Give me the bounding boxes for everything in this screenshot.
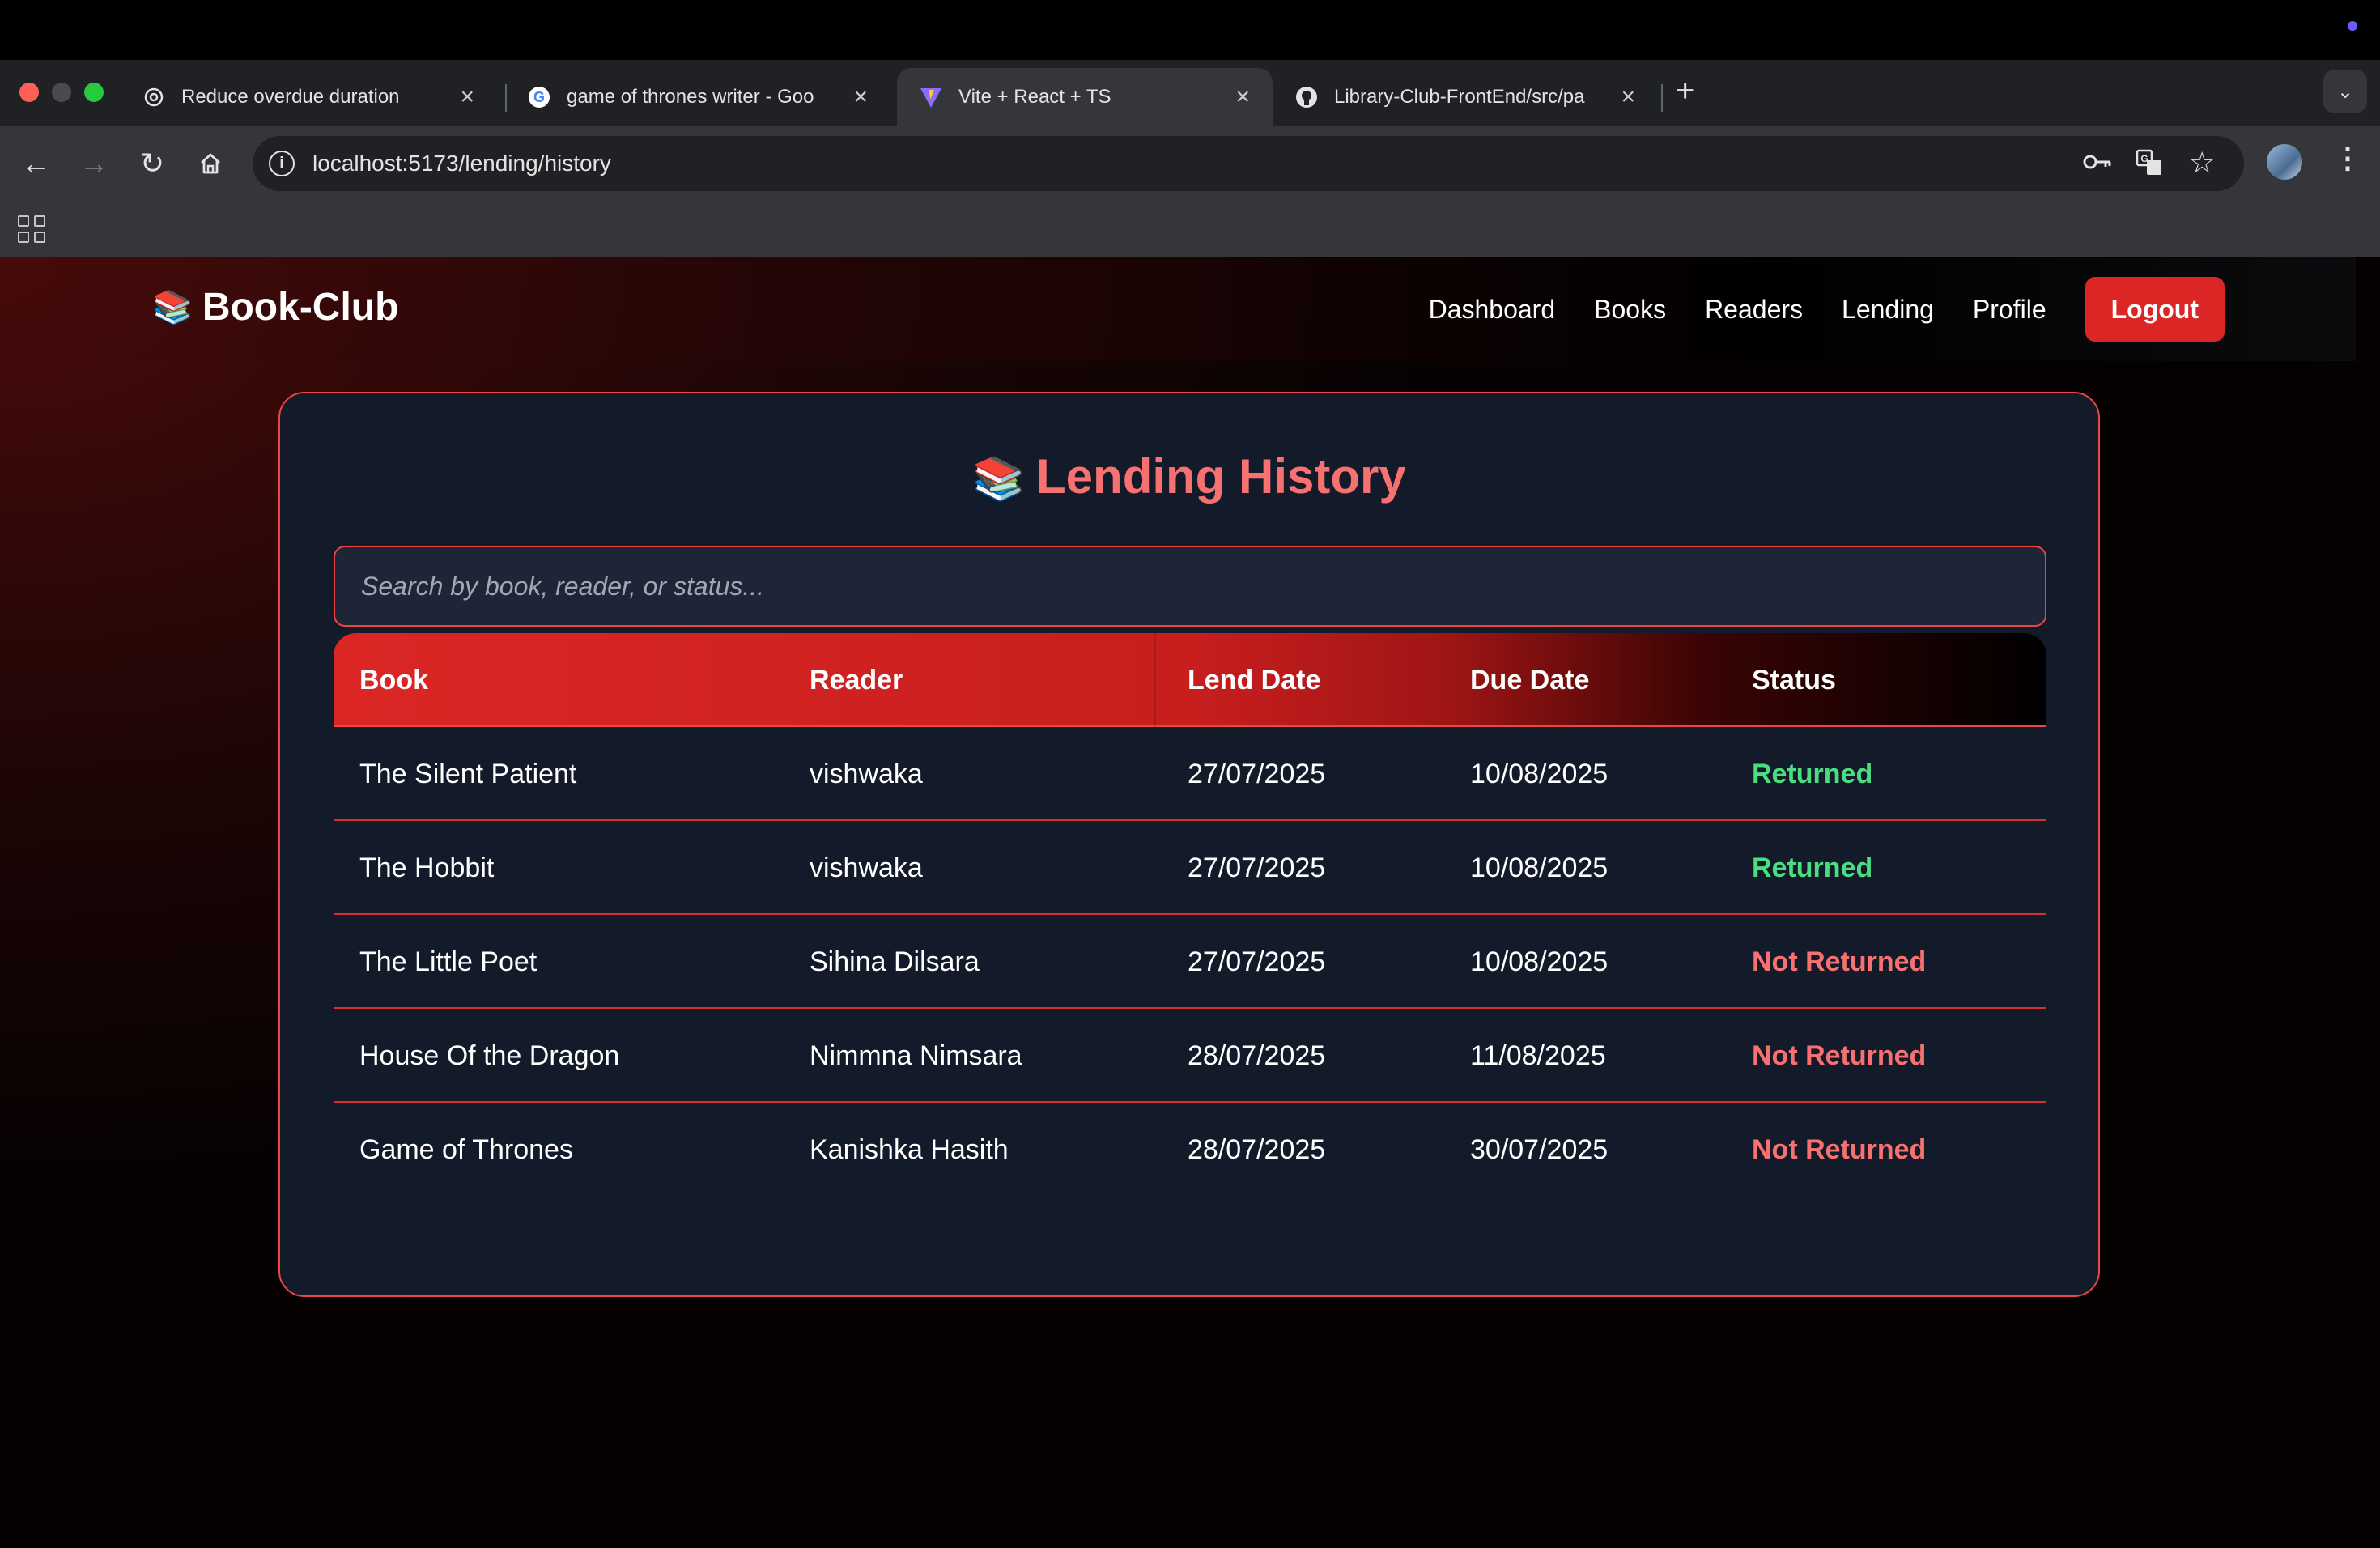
- tab-vite-react[interactable]: Vite + React + TS ×: [897, 68, 1273, 126]
- github-icon: [1294, 84, 1320, 110]
- home-icon[interactable]: [191, 144, 230, 183]
- logout-button[interactable]: Logout: [2085, 277, 2225, 342]
- cell-reader: Sihina Dilsara: [810, 946, 980, 977]
- close-tab-icon[interactable]: ×: [1621, 83, 1635, 112]
- cell-book: House Of the Dragon: [359, 1040, 620, 1071]
- tab-google-search[interactable]: G game of thrones writer - Goo ×: [505, 68, 890, 126]
- back-arrow-icon[interactable]: ←: [16, 144, 55, 183]
- cell-due-date: 11/08/2025: [1470, 1040, 1606, 1071]
- cell-due-date: 10/08/2025: [1470, 852, 1609, 883]
- lending-history-card: 📚Lending History Book Reader Lend Date D…: [278, 392, 2100, 1297]
- status-badge: Not Returned: [1752, 946, 1927, 977]
- page-content: 📚 Book-Club Dashboard Books Readers Lend…: [0, 257, 2380, 1548]
- books-icon: 📚: [972, 456, 1026, 503]
- table-row: The Little Poet Sihina Dilsara 27/07/202…: [334, 915, 2046, 1009]
- brand-name: Book-Club: [202, 286, 399, 329]
- column-header-lend-date: Lend Date: [1188, 664, 1321, 695]
- translate-icon[interactable]: G: [2136, 149, 2163, 183]
- tab-title: game of thrones writer - Goo: [567, 86, 814, 108]
- column-header-reader: Reader: [810, 664, 903, 695]
- cell-reader: Kanishka Hasith: [810, 1133, 1009, 1165]
- nav-links: Dashboard Books Readers Lending Profile …: [1429, 257, 2356, 361]
- svg-text:G: G: [533, 89, 545, 105]
- table-row: The Silent Patient vishwaka 27/07/2025 1…: [334, 727, 2046, 821]
- cell-book: The Hobbit: [359, 852, 495, 883]
- status-badge: Not Returned: [1752, 1133, 1927, 1165]
- address-bar[interactable]: i localhost:5173/lending/history G ☆: [253, 136, 2244, 191]
- password-key-icon[interactable]: [2082, 149, 2113, 181]
- maximize-window-button[interactable]: [84, 83, 104, 102]
- cell-book: Game of Thrones: [359, 1133, 573, 1165]
- cell-lend-date: 27/07/2025: [1188, 758, 1326, 789]
- books-icon: 📚: [152, 290, 193, 325]
- cell-lend-date: 28/07/2025: [1188, 1133, 1326, 1165]
- nav-link-profile[interactable]: Profile: [1973, 295, 2046, 325]
- column-divider: [1154, 633, 1156, 727]
- nav-link-books[interactable]: Books: [1594, 295, 1666, 325]
- google-icon: G: [526, 84, 552, 110]
- column-header-due-date: Due Date: [1470, 664, 1590, 695]
- cell-due-date: 30/07/2025: [1470, 1133, 1609, 1165]
- status-badge: Returned: [1752, 758, 1873, 789]
- tab-title: Vite + React + TS: [958, 86, 1111, 108]
- status-badge: Returned: [1752, 852, 1873, 883]
- brand-logo[interactable]: 📚 Book-Club: [152, 285, 398, 330]
- browser-toolbar: ← → ↻ i localhost:5173/lending/history G…: [0, 126, 2380, 201]
- forward-arrow-icon[interactable]: →: [74, 144, 113, 183]
- tab-reduce-overdue[interactable]: Reduce overdue duration ×: [120, 68, 497, 126]
- cell-reader: vishwaka: [810, 852, 923, 883]
- close-tab-icon[interactable]: ×: [1235, 83, 1250, 112]
- cell-lend-date: 28/07/2025: [1188, 1040, 1326, 1071]
- page-title-text: Lending History: [1036, 449, 1406, 504]
- apps-grid-icon[interactable]: [18, 215, 45, 243]
- column-header-book: Book: [359, 664, 428, 695]
- browser-menu-icon[interactable]: ⋮: [2333, 141, 2362, 175]
- minimize-window-button[interactable]: [52, 83, 71, 102]
- bookmarks-bar: [0, 201, 2380, 257]
- cell-lend-date: 27/07/2025: [1188, 852, 1326, 883]
- cell-book: The Silent Patient: [359, 758, 577, 789]
- tab-title: Library-Club-FrontEnd/src/pa: [1334, 86, 1585, 108]
- tab-strip: Reduce overdue duration × G game of thro…: [0, 60, 2380, 126]
- bookmark-star-icon[interactable]: ☆: [2189, 146, 2215, 180]
- column-header-status: Status: [1752, 664, 1836, 695]
- openai-icon: [141, 84, 167, 110]
- table-row: The Hobbit vishwaka 27/07/2025 10/08/202…: [334, 821, 2046, 915]
- close-tab-icon[interactable]: ×: [460, 83, 474, 112]
- profile-avatar[interactable]: [2267, 144, 2302, 180]
- cell-lend-date: 27/07/2025: [1188, 946, 1326, 977]
- cell-reader: vishwaka: [810, 758, 923, 789]
- vite-icon: [918, 84, 944, 110]
- table-row: Game of Thrones Kanishka Hasith 28/07/20…: [334, 1103, 2046, 1197]
- svg-text:G: G: [2140, 153, 2148, 164]
- close-tab-icon[interactable]: ×: [853, 83, 868, 112]
- table-header-row: Book Reader Lend Date Due Date Status: [334, 633, 2046, 727]
- search-input[interactable]: [334, 546, 2046, 627]
- nav-link-readers[interactable]: Readers: [1705, 295, 1803, 325]
- recording-indicator-icon: [2348, 21, 2357, 31]
- reload-icon[interactable]: ↻: [133, 144, 172, 183]
- url-text[interactable]: localhost:5173/lending/history: [312, 151, 611, 176]
- site-info-icon[interactable]: i: [269, 151, 295, 176]
- app-navbar: 📚 Book-Club Dashboard Books Readers Lend…: [0, 257, 2356, 361]
- tab-search-chevron-down-icon[interactable]: ⌄: [2323, 70, 2367, 113]
- tab-github[interactable]: Library-Club-FrontEnd/src/pa ×: [1273, 68, 1658, 126]
- page-title: 📚 Lending History: [280, 449, 2098, 504]
- new-tab-button[interactable]: +: [1676, 74, 1694, 107]
- tab-title: Reduce overdue duration: [181, 86, 400, 108]
- nav-link-dashboard[interactable]: Dashboard: [1429, 295, 1556, 325]
- cell-due-date: 10/08/2025: [1470, 758, 1609, 789]
- window-top-bar: [0, 0, 2380, 60]
- tab-divider: [1661, 84, 1663, 112]
- cell-due-date: 10/08/2025: [1470, 946, 1609, 977]
- close-window-button[interactable]: [19, 83, 39, 102]
- status-badge: Not Returned: [1752, 1040, 1927, 1071]
- nav-link-lending[interactable]: Lending: [1842, 295, 1934, 325]
- table-row: House Of the Dragon Nimmna Nimsara 28/07…: [334, 1009, 2046, 1103]
- cell-reader: Nimmna Nimsara: [810, 1040, 1022, 1071]
- cell-book: The Little Poet: [359, 946, 538, 977]
